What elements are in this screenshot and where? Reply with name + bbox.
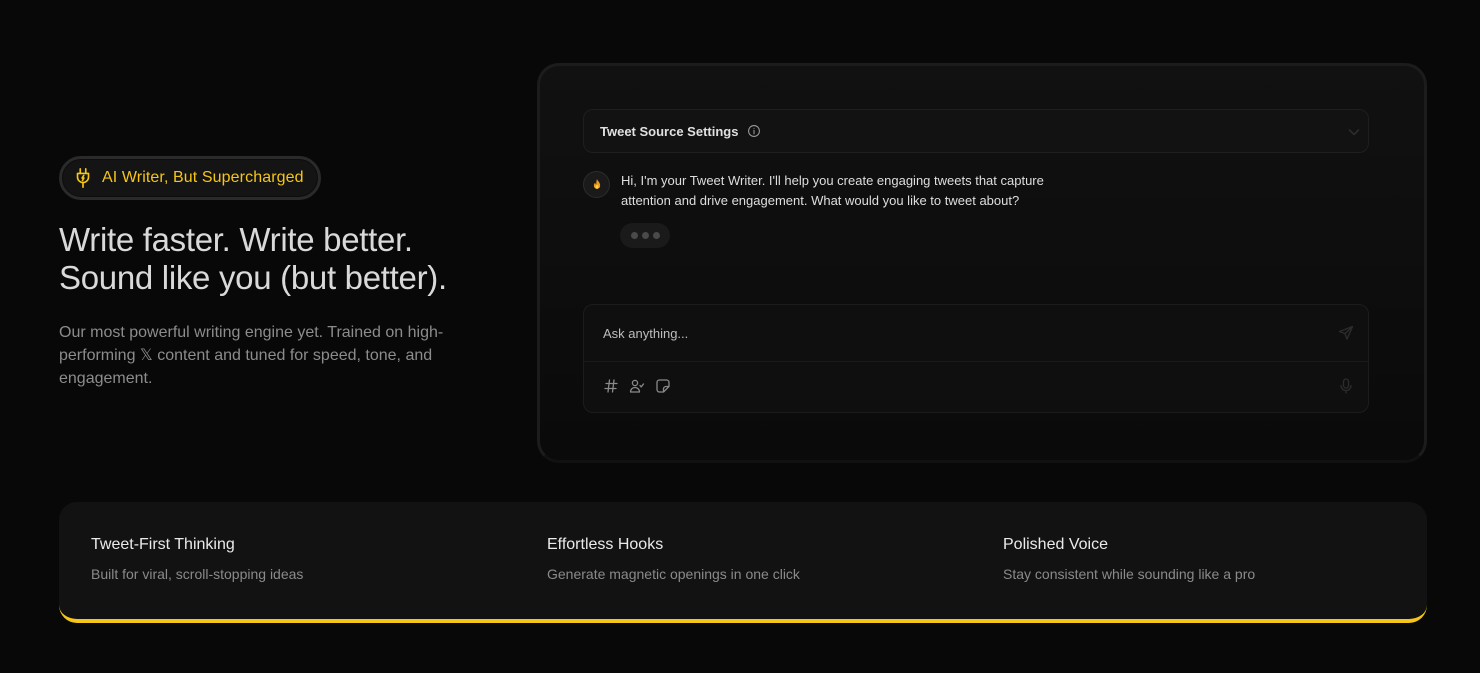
typing-dot [641, 232, 649, 239]
mic-icon[interactable] [1339, 378, 1353, 394]
hero-headline: Write faster. Write better. Sound like y… [59, 221, 499, 297]
hashtag-icon[interactable] [603, 378, 619, 394]
hero-subcopy: Our most powerful writing engine yet. Tr… [59, 324, 444, 387]
plug-icon [76, 168, 90, 188]
bot-avatar [583, 171, 610, 198]
bot-message: Hi, I'm your Tweet Writer. I'll help you… [621, 173, 1044, 208]
message-composer [583, 304, 1369, 413]
badge-label: AI Writer, But Supercharged [102, 169, 304, 186]
feature-strip: Tweet-First Thinking Built for viral, sc… [59, 502, 1427, 623]
feature-title: Effortless Hooks [547, 536, 664, 553]
ask-anything-input[interactable] [603, 325, 1303, 341]
tweet-source-settings-toggle[interactable]: Tweet Source Settings [583, 109, 1369, 153]
feature-polished-voice: Polished Voice Stay consistent while sou… [1003, 536, 1255, 582]
send-icon[interactable] [1338, 325, 1354, 341]
feature-tweet-first-thinking: Tweet-First Thinking Built for viral, sc… [91, 536, 303, 582]
hero-section: AI Writer, But Supercharged Write faster… [59, 156, 499, 390]
feature-description: Generate magnetic openings in one click [547, 566, 800, 582]
typing-indicator [620, 223, 670, 248]
fire-icon [593, 178, 600, 189]
settings-title: Tweet Source Settings [600, 123, 739, 139]
info-icon[interactable] [747, 124, 761, 138]
sticker-icon[interactable] [655, 378, 671, 394]
headline-line-1: Write faster. Write better. [59, 221, 413, 258]
persona-icon[interactable] [629, 378, 645, 394]
typing-dot [652, 232, 660, 239]
bot-message-row: Hi, I'm your Tweet Writer. I'll help you… [583, 171, 1081, 211]
feature-description: Stay consistent while sounding like a pr… [1003, 566, 1256, 582]
typing-dot [630, 232, 638, 239]
chevron-down-icon[interactable] [1346, 124, 1362, 140]
feature-title: Polished Voice [1003, 536, 1108, 553]
feature-title: Tweet-First Thinking [91, 536, 235, 553]
composer-tools [603, 378, 671, 394]
feature-description: Built for viral, scroll-stopping ideas [91, 566, 304, 582]
headline-line-2: Sound like you (but better). [59, 259, 447, 296]
feature-effortless-hooks: Effortless Hooks Generate magnetic openi… [547, 536, 800, 582]
composer-input-row [584, 305, 1368, 362]
feature-badge: AI Writer, But Supercharged [59, 156, 321, 200]
tweet-writer-panel: Tweet Source Settings Hi, I'm your Tweet… [537, 63, 1427, 463]
